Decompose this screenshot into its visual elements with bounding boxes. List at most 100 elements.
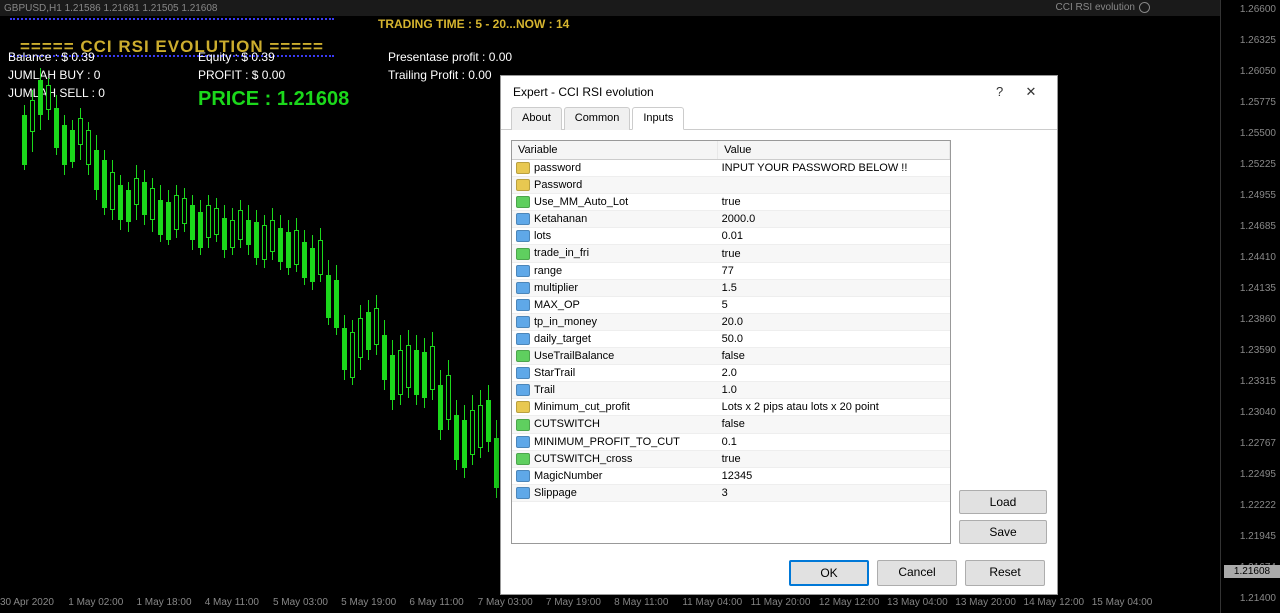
y-axis: 1.266001.263251.260501.257751.255001.252… <box>1220 0 1280 613</box>
y-tick: 1.21945 <box>1240 531 1276 542</box>
cancel-button[interactable]: Cancel <box>877 560 957 586</box>
input-row[interactable]: MagicNumber12345 <box>512 467 950 484</box>
var-value[interactable]: Lots x 2 pips atau lots x 20 point <box>718 399 950 416</box>
var-name: multiplier <box>534 282 578 294</box>
var-value[interactable]: 2.0 <box>718 365 950 382</box>
var-value[interactable]: true <box>718 450 950 467</box>
tab-about[interactable]: About <box>511 107 562 130</box>
var-name: UseTrailBalance <box>534 350 614 362</box>
num-type-icon <box>516 230 530 242</box>
var-value[interactable]: 1.5 <box>718 279 950 296</box>
ab-type-icon <box>516 401 530 413</box>
input-row[interactable]: Password <box>512 177 950 194</box>
y-tick: 1.24135 <box>1240 283 1276 294</box>
var-value[interactable]: 0.1 <box>718 433 950 450</box>
y-tick: 1.26600 <box>1240 4 1276 15</box>
num-type-icon <box>516 282 530 294</box>
x-tick: 12 May 12:00 <box>819 597 887 613</box>
y-tick: 1.24410 <box>1240 252 1276 263</box>
help-icon[interactable]: ? <box>986 84 1014 99</box>
x-tick: 7 May 03:00 <box>478 597 546 613</box>
input-row[interactable]: tp_in_money20.0 <box>512 313 950 330</box>
col-variable[interactable]: Variable <box>512 141 718 160</box>
trading-time: TRADING TIME : 5 - 20...NOW : 14 <box>378 17 569 31</box>
y-tick: 1.22767 <box>1240 438 1276 449</box>
dialog-title: Expert - CCI RSI evolution <box>513 85 654 99</box>
input-row[interactable]: Ketahanan2000.0 <box>512 211 950 228</box>
input-row[interactable]: trade_in_fritrue <box>512 245 950 262</box>
y-tick: 1.25500 <box>1240 128 1276 139</box>
input-row[interactable]: range77 <box>512 262 950 279</box>
col-value[interactable]: Value <box>718 141 950 160</box>
var-value[interactable]: 12345 <box>718 467 950 484</box>
x-tick: 7 May 19:00 <box>546 597 614 613</box>
ea-status: CCI RSI evolution <box>1056 2 1150 13</box>
input-row[interactable]: Use_MM_Auto_Lot true <box>512 194 950 211</box>
x-tick: 15 May 04:00 <box>1092 597 1160 613</box>
var-value[interactable]: 2000.0 <box>718 211 950 228</box>
var-name: Password <box>534 179 582 191</box>
expert-dialog: Expert - CCI RSI evolution ? ✕ About Com… <box>500 75 1058 595</box>
input-row[interactable]: multiplier 1.5 <box>512 279 950 296</box>
var-value[interactable]: false <box>718 348 950 365</box>
var-name: StarTrail <box>534 367 575 379</box>
var-value[interactable]: 77 <box>718 262 950 279</box>
tab-common[interactable]: Common <box>564 107 631 130</box>
num-type-icon <box>516 436 530 448</box>
y-tick: 1.24685 <box>1240 221 1276 232</box>
y-tick: 1.23860 <box>1240 314 1276 325</box>
input-row[interactable]: Trail 1.0 <box>512 382 950 399</box>
var-value[interactable]: false <box>718 416 950 433</box>
x-tick: 5 May 19:00 <box>341 597 409 613</box>
input-row[interactable]: MAX_OP 5 <box>512 296 950 313</box>
var-value[interactable]: INPUT YOUR PASSWORD BELOW !! <box>718 160 950 177</box>
input-row[interactable]: MINIMUM_PROFIT_TO_CUT0.1 <box>512 433 950 450</box>
var-name: Trail <box>534 384 555 396</box>
reset-button[interactable]: Reset <box>965 560 1045 586</box>
y-tick: 1.23315 <box>1240 376 1276 387</box>
y-tick: 1.23040 <box>1240 407 1276 418</box>
dialog-titlebar[interactable]: Expert - CCI RSI evolution ? ✕ <box>501 76 1057 106</box>
var-value[interactable]: 1.0 <box>718 382 950 399</box>
close-icon[interactable]: ✕ <box>1017 84 1045 100</box>
x-tick: 14 May 12:00 <box>1024 597 1092 613</box>
tab-inputs[interactable]: Inputs <box>632 107 684 130</box>
var-name: Use_MM_Auto_Lot <box>534 196 628 208</box>
num-type-icon <box>516 470 530 482</box>
inputs-table[interactable]: Variable Value password INPUT YOUR PASSWO… <box>511 140 951 544</box>
ok-button[interactable]: OK <box>789 560 869 586</box>
var-value[interactable] <box>718 177 950 194</box>
var-value[interactable]: true <box>718 194 950 211</box>
input-row[interactable]: CUTSWITCH false <box>512 416 950 433</box>
var-name: MAX_OP <box>534 299 580 311</box>
var-name: password <box>534 162 581 174</box>
y-tick: 1.22222 <box>1240 500 1276 511</box>
input-row[interactable]: Minimum_cut_profitLots x 2 pips atau lot… <box>512 399 950 416</box>
input-row[interactable]: CUTSWITCH_crosstrue <box>512 450 950 467</box>
input-row[interactable]: StarTrail 2.0 <box>512 365 950 382</box>
var-value[interactable]: 3 <box>718 484 950 501</box>
x-tick: 11 May 04:00 <box>682 597 750 613</box>
load-button[interactable]: Load <box>959 490 1047 514</box>
num-type-icon <box>516 333 530 345</box>
var-value[interactable]: 20.0 <box>718 313 950 330</box>
input-row[interactable]: Slippage3 <box>512 484 950 501</box>
var-name: CUTSWITCH <box>534 418 600 430</box>
x-tick: 4 May 11:00 <box>205 597 273 613</box>
save-button[interactable]: Save <box>959 520 1047 544</box>
input-row[interactable]: password INPUT YOUR PASSWORD BELOW !! <box>512 160 950 177</box>
smiley-icon <box>1139 2 1150 13</box>
var-value[interactable]: true <box>718 245 950 262</box>
input-row[interactable]: daily_target50.0 <box>512 330 950 347</box>
y-tick: 1.22495 <box>1240 469 1276 480</box>
num-type-icon <box>516 265 530 277</box>
var-value[interactable]: 0.01 <box>718 228 950 245</box>
bool-type-icon <box>516 350 530 362</box>
num-type-icon <box>516 213 530 225</box>
var-value[interactable]: 5 <box>718 296 950 313</box>
x-tick: 6 May 11:00 <box>409 597 477 613</box>
input-row[interactable]: UseTrailBalance false <box>512 348 950 365</box>
input-row[interactable]: lots0.01 <box>512 228 950 245</box>
var-value[interactable]: 50.0 <box>718 330 950 347</box>
y-tick: 1.23590 <box>1240 345 1276 356</box>
